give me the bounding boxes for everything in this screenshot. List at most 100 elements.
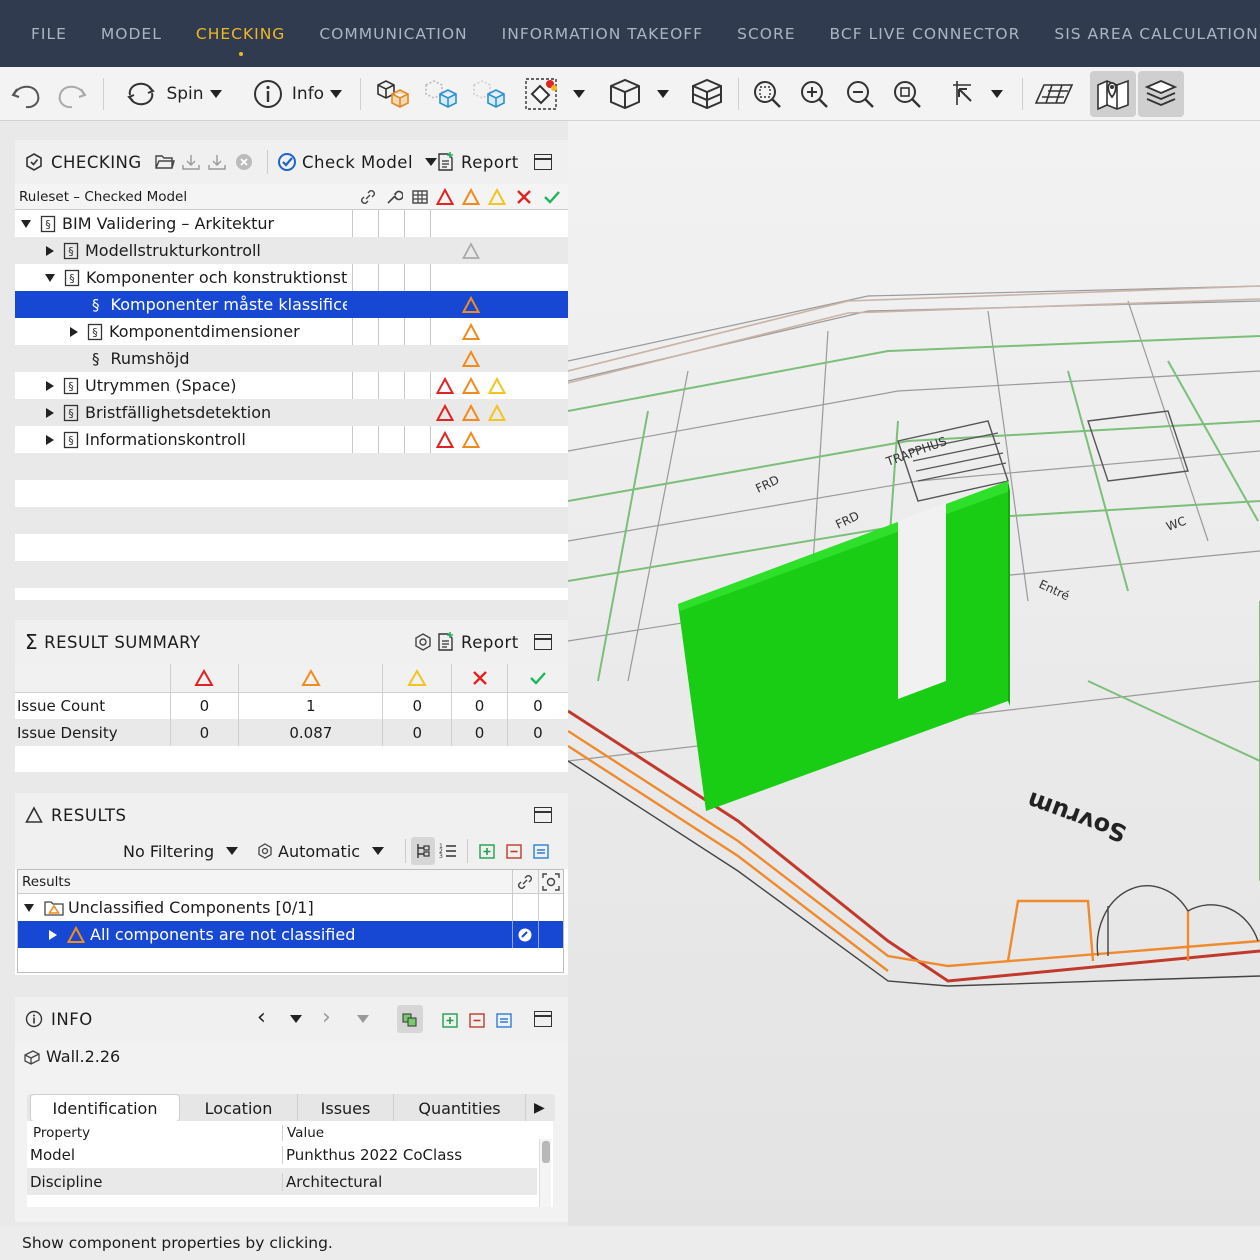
svg-text:§: § [69, 272, 75, 285]
menu-communication[interactable]: COMMUNICATION [302, 25, 484, 43]
tree-row[interactable]: § Komponenter och konstruktionsty [15, 264, 568, 291]
menu-sis-area-calculation[interactable]: SIS AREA CALCULATION [1037, 25, 1260, 43]
visibility-button[interactable] [372, 67, 414, 121]
checking-icon [26, 153, 42, 171]
add-group-icon[interactable] [478, 842, 496, 860]
menu-checking[interactable]: CHECKING [179, 25, 302, 56]
redo-button[interactable] [52, 67, 92, 121]
map-view-button[interactable] [1090, 71, 1136, 117]
chevron-down-icon[interactable] [425, 158, 438, 166]
export-icon[interactable] [207, 153, 227, 171]
section-box-icon [692, 78, 722, 110]
ghost-button[interactable] [420, 67, 462, 121]
tree-row[interactable]: § Rumshöjd [15, 345, 568, 372]
property-row[interactable]: Model Punkthus 2022 CoClass [27, 1141, 537, 1168]
summary-report-button[interactable]: Report [437, 620, 519, 664]
check-model-button[interactable]: Check Model [277, 140, 438, 184]
chevron-left-icon[interactable]: ‹ [257, 1005, 266, 1030]
select-tool-dropdown[interactable] [937, 67, 1013, 121]
expand-arrow-icon[interactable] [46, 380, 54, 391]
chevron-right-icon[interactable]: › [322, 1005, 331, 1030]
tab-quantities[interactable]: Quantities [394, 1094, 526, 1122]
floor-plane-button[interactable] [1032, 67, 1076, 121]
chevron-down-icon[interactable] [290, 1015, 302, 1023]
tab-identification[interactable]: Identification [30, 1094, 180, 1122]
filter-dropdown[interactable]: No Filtering [123, 837, 239, 865]
open-folder-icon[interactable] [155, 153, 175, 171]
remove-group-icon[interactable] [505, 842, 523, 860]
tree-row-selected[interactable]: § Komponenter måste klassificer [15, 291, 568, 318]
tree-row[interactable]: § Informationskontroll [15, 426, 568, 453]
property-scrollbar[interactable] [539, 1139, 551, 1207]
zoom-extents-button[interactable] [747, 67, 787, 121]
menu-bcf-live-connector[interactable]: BCF LIVE CONNECTOR [813, 25, 1038, 43]
summary-value: 1 [238, 692, 384, 719]
grouping-dropdown[interactable]: Automatic [257, 837, 385, 865]
ruleset-icon: § [63, 242, 79, 259]
issue-attachment-icon[interactable] [517, 927, 533, 943]
add-group-icon[interactable] [441, 1011, 459, 1029]
collapse-arrow-icon[interactable] [24, 903, 34, 912]
ruleset-icon: § [63, 404, 79, 421]
layers-button[interactable] [1138, 71, 1184, 117]
menu-model[interactable]: MODEL [84, 25, 179, 43]
no-issue-severity-icon [462, 241, 480, 259]
maximize-panel-icon[interactable] [534, 634, 552, 650]
view-cube-dropdown[interactable] [602, 67, 674, 121]
tree-row[interactable]: § BIM Validering – Arkitektur [15, 210, 568, 237]
maximize-panel-icon[interactable] [534, 154, 552, 170]
ruleset-icon: § [40, 215, 56, 232]
zoom-in-button[interactable] [794, 67, 834, 121]
results-group-row[interactable]: Unclassified Components [0/1] [18, 894, 563, 921]
menu-score[interactable]: SCORE [720, 25, 812, 43]
tree-row[interactable]: § Modellstrukturkontroll [15, 237, 568, 264]
ruleset-icon: § [64, 269, 80, 286]
import-icon[interactable] [181, 153, 201, 171]
results-issue-row-selected[interactable]: All components are not classified [18, 921, 563, 948]
remove-group-icon[interactable] [468, 1011, 486, 1029]
section-box-button[interactable] [686, 67, 728, 121]
undo-button[interactable] [6, 67, 46, 121]
expand-arrow-icon[interactable] [46, 245, 54, 256]
maximize-panel-icon[interactable] [534, 807, 552, 823]
summary-settings-icon[interactable] [413, 632, 433, 652]
zoom-selected-button[interactable] [887, 67, 927, 121]
tree-row-label: Komponenter och konstruktionsty [86, 268, 348, 287]
collapse-arrow-icon[interactable] [21, 219, 31, 228]
edit-group-icon[interactable] [532, 842, 550, 860]
property-row[interactable]: Discipline Architectural [27, 1168, 537, 1195]
major-severity-icon [462, 376, 480, 394]
remove-circle-icon[interactable] [235, 153, 253, 171]
info-dropdown[interactable]: Info [244, 67, 350, 121]
component-filter-toggle[interactable] [397, 1005, 423, 1033]
tabs-scroll-right-icon[interactable]: ▶ [534, 1100, 545, 1116]
collapse-arrow-icon[interactable] [45, 273, 55, 282]
edit-group-icon[interactable] [495, 1011, 513, 1029]
menu-file[interactable]: FILE [14, 25, 84, 43]
tree-row[interactable]: § Bristfällighetsdetektion [15, 399, 568, 426]
menu-information-takeoff[interactable]: INFORMATION TAKEOFF [485, 25, 720, 43]
zoom-out-button[interactable] [840, 67, 880, 121]
list-view-icon[interactable]: 123 [439, 842, 457, 860]
model-viewport-3d[interactable]: FRD FRD Entré WC TRAPPHUS Sovrum [568, 121, 1260, 1226]
color-dropdown[interactable] [518, 67, 590, 121]
highlighted-wall[interactable] [678, 481, 1010, 811]
expand-arrow-icon[interactable] [70, 326, 78, 337]
tab-location[interactable]: Location [180, 1094, 298, 1122]
expand-arrow-icon[interactable] [46, 407, 54, 418]
maximize-panel-icon[interactable] [534, 1011, 552, 1027]
tree-row[interactable]: § Utrymmen (Space) [15, 372, 568, 399]
critical-severity-icon [436, 430, 454, 448]
isolate-button[interactable] [468, 67, 510, 121]
tree-row[interactable]: § Komponentdimensioner [15, 318, 568, 345]
scrollbar-thumb[interactable] [542, 1141, 550, 1163]
expand-arrow-icon[interactable] [49, 929, 57, 940]
menu-bar: FILE MODEL CHECKING COMMUNICATION INFORM… [0, 0, 1260, 67]
expand-arrow-icon[interactable] [46, 434, 54, 445]
spin-dropdown[interactable]: Spin [118, 67, 228, 121]
tree-view-toggle[interactable] [411, 837, 435, 865]
tab-issues[interactable]: Issues [298, 1094, 394, 1122]
report-button[interactable]: Report [437, 140, 519, 184]
property-table: Property Value Model Punkthus 2022 CoCla… [27, 1121, 553, 1207]
chevron-down-icon[interactable] [357, 1015, 369, 1023]
